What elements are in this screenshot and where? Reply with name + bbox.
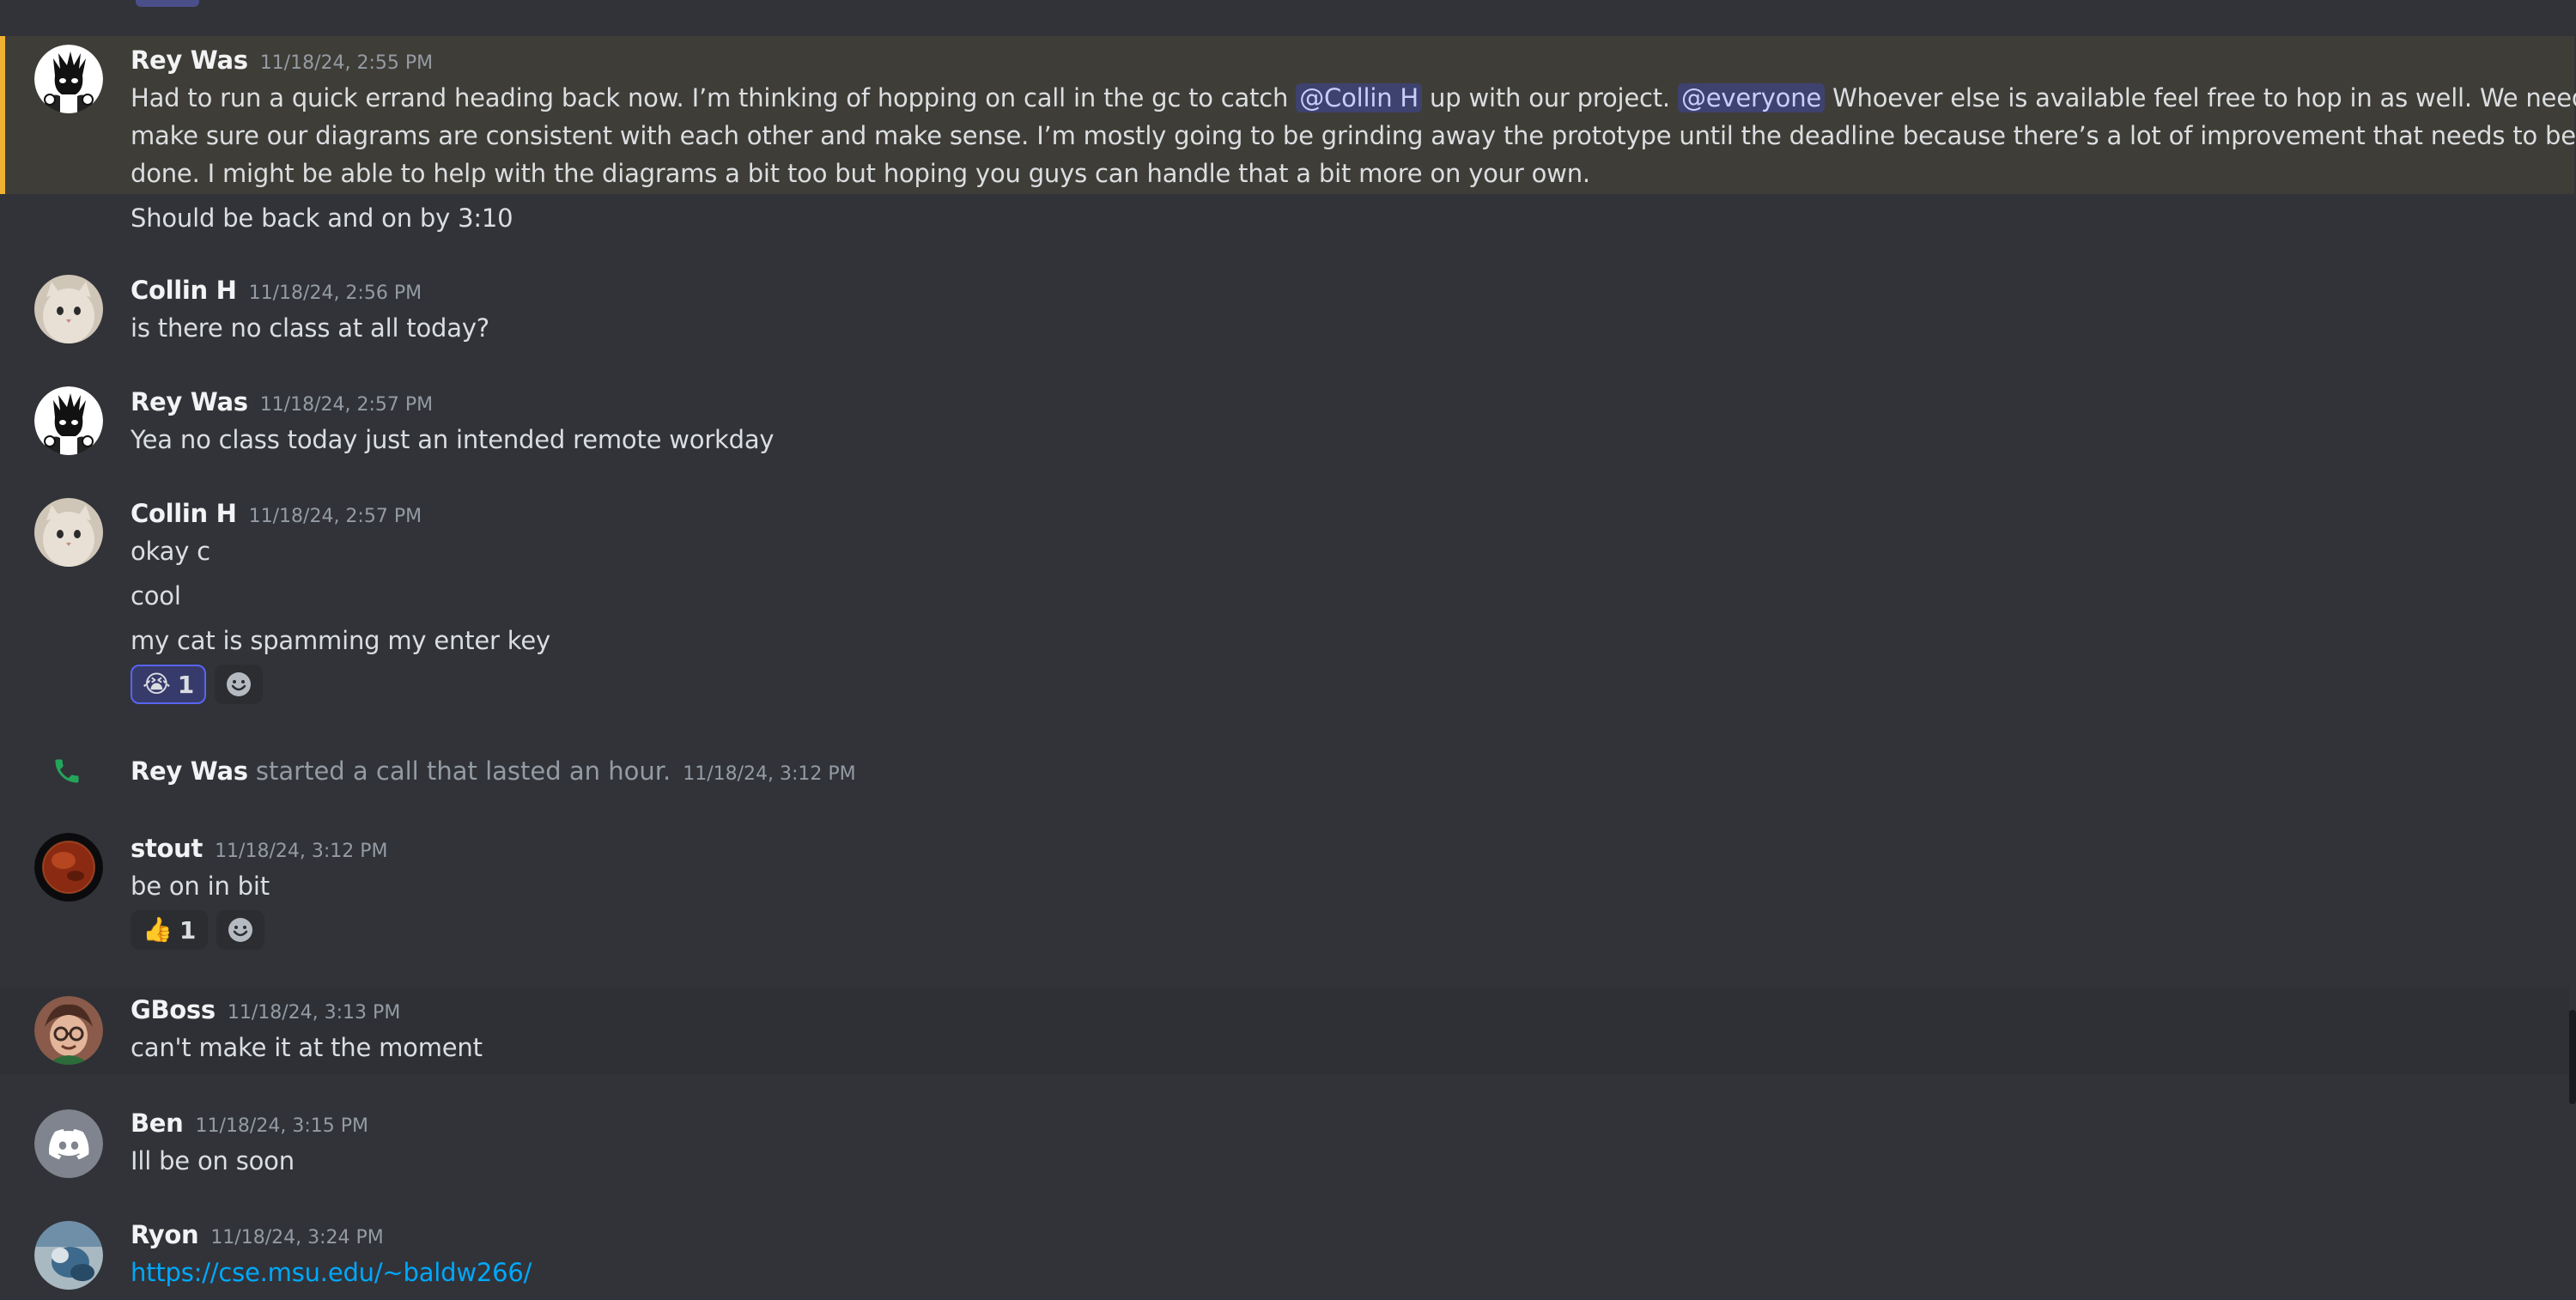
timestamp: 11/18/24, 2:55 PM xyxy=(259,52,434,74)
message-item[interactable]: Ben 11/18/24, 3:15 PM Ill be on soon xyxy=(0,1103,2569,1188)
avatar[interactable] xyxy=(34,386,103,455)
message-link[interactable]: https://cse.msu.edu/~baldw266/ xyxy=(131,1254,532,1291)
message-item[interactable]: GBoss 11/18/24, 3:13 PM can't make it at … xyxy=(0,987,2569,1075)
message-text: done. I might be able to help with the d… xyxy=(131,159,1590,188)
user-mention[interactable]: @Collin H xyxy=(1296,83,1423,112)
message-item[interactable]: Ryon 11/18/24, 3:24 PM https://cse.msu.ed… xyxy=(0,1214,2569,1300)
message-text: my cat is spamming my enter key xyxy=(131,626,550,655)
reaction-button[interactable]: 👍 1 xyxy=(131,910,209,950)
message-text: Should be back and on by 3:10 xyxy=(131,204,513,233)
crying-emoji-icon: 😭 xyxy=(143,670,171,698)
message-item[interactable]: Collin H 11/18/24, 2:56 PM is there no cl… xyxy=(0,270,2569,355)
timestamp: 11/18/24, 3:24 PM xyxy=(210,1227,384,1248)
reactions-bar: 👍 1 xyxy=(131,910,265,951)
avatar[interactable] xyxy=(34,45,103,113)
author-name[interactable]: Collin H xyxy=(131,276,237,305)
timestamp: 11/18/24, 3:13 PM xyxy=(227,1002,401,1024)
avatar[interactable] xyxy=(34,1109,103,1178)
smiley-icon xyxy=(228,918,253,942)
reaction-count: 1 xyxy=(177,670,195,699)
message-item[interactable]: Rey Was 11/18/24, 2:55 PM Had to run a qu… xyxy=(0,36,2576,194)
author-name[interactable]: Ben xyxy=(131,1109,184,1138)
message-text: be on in bit xyxy=(131,872,270,901)
author-name[interactable]: GBoss xyxy=(131,995,216,1024)
message-text: okay c xyxy=(131,537,210,566)
message-list[interactable]: Rey Was 11/18/24, 2:55 PM Had to run a qu… xyxy=(0,0,2576,1300)
author-name[interactable]: stout xyxy=(131,834,203,863)
reactions-bar: 😭 1 xyxy=(131,665,264,706)
author-name[interactable]: Rey Was xyxy=(131,387,248,416)
message-text: can't make it at the moment xyxy=(131,1033,483,1062)
author-name[interactable]: Rey Was xyxy=(131,756,248,786)
system-call-message: Rey Was started a call that lasted an ho… xyxy=(0,747,2569,795)
add-reaction-button[interactable] xyxy=(216,910,265,950)
reaction-count: 1 xyxy=(179,915,197,945)
message-text: cool xyxy=(131,581,181,611)
message-item[interactable]: Collin H 11/18/24, 2:57 PM okay c cool my… xyxy=(0,493,2569,716)
author-name[interactable]: Collin H xyxy=(131,499,237,528)
avatar[interactable] xyxy=(34,1221,103,1290)
timestamp: 11/18/24, 2:56 PM xyxy=(248,282,422,304)
call-description: started a call that lasted an hour. xyxy=(247,756,671,786)
thumbs-up-emoji-icon: 👍 xyxy=(143,915,173,944)
timestamp: 11/18/24, 2:57 PM xyxy=(259,394,434,416)
timestamp: 11/18/24, 2:57 PM xyxy=(248,506,422,527)
smiley-icon xyxy=(227,672,252,696)
message-text: is there no class at all today? xyxy=(131,313,489,343)
timestamp: 11/18/24, 3:12 PM xyxy=(683,763,856,785)
add-reaction-button[interactable] xyxy=(215,665,264,704)
author-name[interactable]: Ryon xyxy=(131,1220,199,1249)
message-text: Yea no class today just an intended remo… xyxy=(131,425,775,454)
phone-icon xyxy=(55,759,79,783)
message-text: make sure our diagrams are consistent wi… xyxy=(131,121,2576,150)
message-text: Had to run a quick errand heading back n… xyxy=(131,83,2576,112)
author-name[interactable]: Rey Was xyxy=(131,46,248,75)
everyone-mention[interactable]: @everyone xyxy=(1677,83,1826,112)
discord-logo-icon xyxy=(49,1129,89,1160)
avatar[interactable] xyxy=(34,498,103,567)
timestamp: 11/18/24, 3:12 PM xyxy=(215,841,388,862)
avatar[interactable] xyxy=(34,275,103,343)
message-item[interactable]: stout 11/18/24, 3:12 PM be on in bit 👍 1 xyxy=(0,826,2569,953)
avatar[interactable] xyxy=(34,996,103,1065)
message-item[interactable]: Rey Was 11/18/24, 2:57 PM Yea no class to… xyxy=(0,381,2569,467)
scrollbar-thumb[interactable] xyxy=(2569,1010,2576,1104)
avatar[interactable] xyxy=(34,833,103,902)
timestamp: 11/18/24, 3:15 PM xyxy=(195,1115,368,1137)
previous-reaction-stub xyxy=(136,0,199,7)
reaction-button[interactable]: 😭 1 xyxy=(131,665,207,704)
message-text: Ill be on soon xyxy=(131,1146,295,1175)
